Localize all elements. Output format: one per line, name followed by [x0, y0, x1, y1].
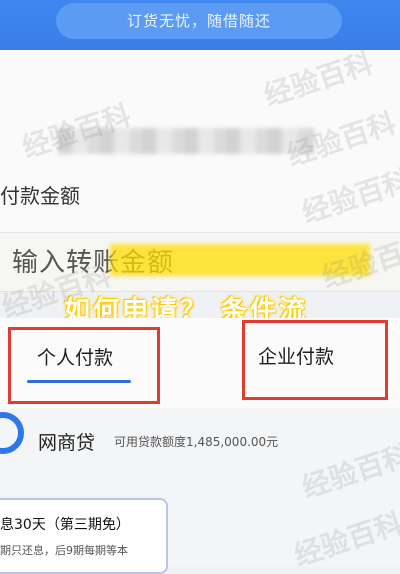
tab-business-payment[interactable]: 企业付款	[242, 320, 388, 400]
active-tab-indicator	[27, 380, 131, 383]
yellow-highlight	[110, 244, 370, 276]
loan-offer-card[interactable]	[0, 498, 168, 574]
tab-personal-label: 个人付款	[37, 347, 114, 369]
loan-promo-text: 息30天（第三期免）	[0, 517, 130, 533]
tab-business-label: 企业付款	[258, 346, 335, 368]
promo-pill: 订货无忧，随借随还	[56, 3, 342, 39]
loan-terms-text: 期只还息，后9期每期等本	[0, 544, 128, 557]
amount-label: 付款金额	[0, 184, 80, 208]
top-banner: 订货无忧，随借随还	[0, 0, 400, 50]
tab-personal-payment[interactable]: 个人付款	[8, 327, 160, 404]
loan-product-name[interactable]: 网商贷	[38, 428, 95, 455]
loan-limit-text: 可用贷款额度1,485,000.00元	[114, 435, 279, 449]
masked-account-info	[58, 128, 314, 154]
